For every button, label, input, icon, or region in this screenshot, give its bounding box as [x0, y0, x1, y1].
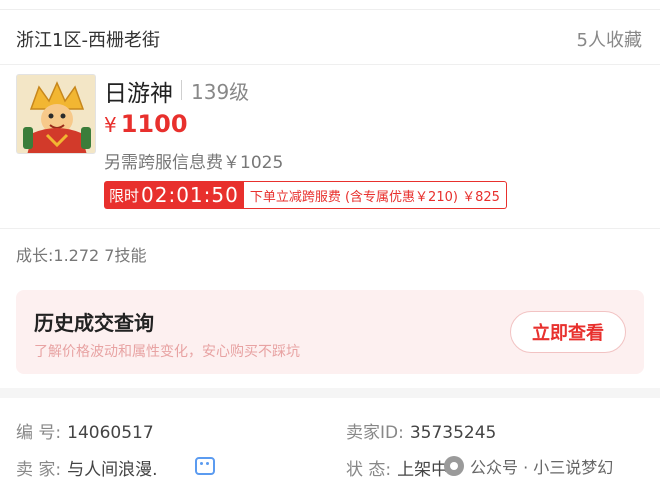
favorite-count[interactable]: 5人收藏: [577, 26, 642, 52]
history-subtitle: 了解价格波动和属性变化，安心购买不踩坑: [34, 344, 300, 360]
seller-label: 卖 家:: [16, 460, 62, 480]
watermark-text: 公众号 · 小三说梦幻: [470, 458, 614, 477]
serial-number: 编 号: 14060517: [16, 418, 154, 443]
wechat-icon: [444, 456, 464, 476]
character-level: 139级: [191, 80, 250, 104]
level-separator: [181, 80, 182, 100]
seller-id: 卖家ID: 35735245: [346, 418, 496, 443]
limited-time-timer: 限时 02:01:50: [104, 181, 244, 209]
timer-value: 02:01:50: [141, 183, 239, 207]
server-name: 浙江1区-西栅老街: [16, 30, 160, 51]
status-label: 状 态:: [346, 460, 392, 480]
cross-server-fee: 另需跨服信息费￥1025: [104, 153, 284, 173]
seller-id-label: 卖家ID:: [346, 423, 404, 443]
watermark: 公众号 · 小三说梦幻: [444, 454, 613, 478]
status: 状 态: 上架中: [346, 455, 448, 480]
seller-id-value: 35735245: [409, 423, 497, 443]
chat-icon[interactable]: [195, 457, 215, 475]
history-query-card[interactable]: 历史成交查询 了解价格波动和属性变化，安心购买不踩坑 立即查看: [16, 290, 644, 374]
growth-skills: 成长:1.272 7技能: [16, 246, 147, 265]
currency-symbol: ¥: [104, 113, 117, 137]
seller: 卖 家: 与人间浪漫.: [16, 455, 158, 480]
serial-value: 14060517: [67, 423, 154, 443]
price-value: 1100: [120, 110, 188, 138]
character-avatar[interactable]: [16, 74, 96, 154]
top-divider: [0, 0, 660, 10]
timer-label: 限时: [109, 186, 140, 205]
section-gap: [0, 388, 660, 398]
seller-value[interactable]: 与人间浪漫.: [67, 460, 157, 480]
price: ¥1100: [104, 110, 188, 138]
promo-badge: 限时 02:01:50 下单立减跨服费 (含专属优惠￥210) ￥825: [104, 181, 507, 209]
view-now-button[interactable]: 立即查看: [510, 311, 626, 353]
server-row: 浙江1区-西栅老街 5人收藏: [0, 10, 660, 64]
history-title: 历史成交查询: [34, 311, 154, 335]
divider: [0, 64, 660, 65]
serial-label: 编 号:: [16, 423, 62, 443]
character-portrait-icon: [17, 75, 95, 153]
status-value: 上架中: [397, 460, 449, 480]
character-name: 日游神: [104, 81, 173, 107]
discount-text: 下单立减跨服费 (含专属优惠￥210) ￥825: [243, 181, 507, 209]
divider: [0, 228, 660, 229]
